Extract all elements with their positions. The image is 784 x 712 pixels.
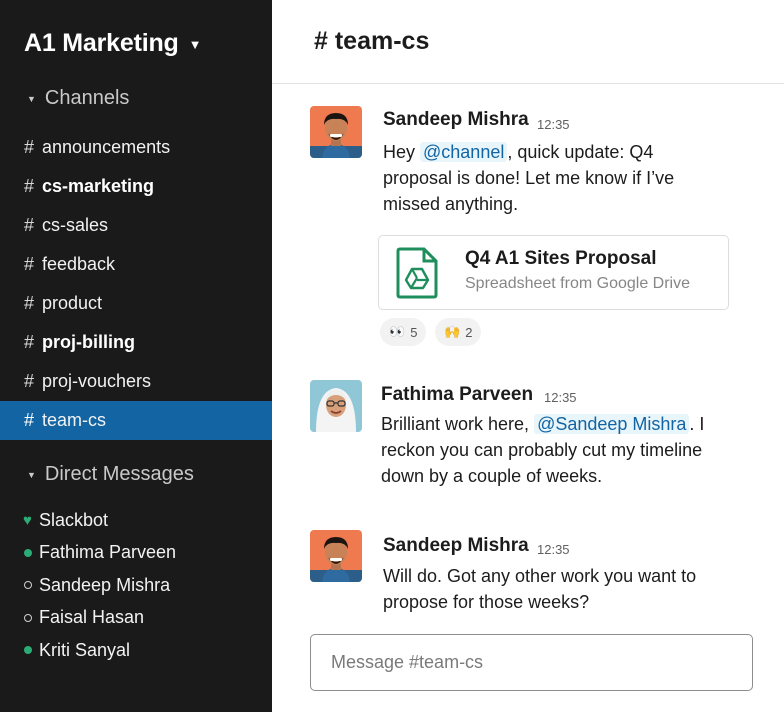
dm-label: Kriti Sanyal xyxy=(39,639,131,660)
workspace-name: A1 Marketing xyxy=(24,28,179,57)
sidebar-item-product[interactable]: # product xyxy=(0,284,272,323)
channel-label: product xyxy=(42,293,103,313)
page-title[interactable]: # team-cs xyxy=(314,27,429,56)
message-text: Brilliant work here, @Sandeep Mishra. I … xyxy=(381,411,741,489)
heart-icon: ♥ xyxy=(23,511,32,529)
presence-away-icon xyxy=(24,613,39,622)
channel-mention[interactable]: @channel xyxy=(420,142,508,162)
channel-label: team-cs xyxy=(42,410,107,430)
caret-down-icon: ▼ xyxy=(27,93,36,104)
dm-item-slackbot[interactable]: ♥ Slackbot xyxy=(0,504,272,537)
channel-label: cs-sales xyxy=(42,215,109,235)
dm-label: Sandeep Mishra xyxy=(39,574,171,595)
sidebar-item-feedback[interactable]: # feedback xyxy=(0,245,272,284)
avatar[interactable] xyxy=(310,380,362,432)
message-author[interactable]: Sandeep Mishra xyxy=(383,535,529,557)
direct-messages-section-toggle[interactable]: ▼ Direct Messages xyxy=(27,463,194,486)
channel-label: proj-billing xyxy=(42,332,135,352)
avatar[interactable] xyxy=(310,106,362,158)
hash-icon: # xyxy=(314,27,328,55)
hash-icon: # xyxy=(24,371,35,391)
dm-item-kriti-sanyal[interactable]: Kriti Sanyal xyxy=(0,634,272,667)
channels-section-toggle[interactable]: ▼ Channels xyxy=(27,87,129,110)
presence-online-icon xyxy=(24,548,39,557)
sidebar: A1 Marketing ▼ ▼ Channels # announcement… xyxy=(0,0,272,712)
hash-icon: # xyxy=(24,137,35,157)
dm-label: Slackbot xyxy=(39,509,109,530)
reaction-eyes[interactable]: 👀 5 xyxy=(380,318,427,346)
presence-away-icon xyxy=(24,581,39,590)
message-composer xyxy=(310,634,753,691)
reaction-count: 5 xyxy=(410,324,418,340)
hash-icon: # xyxy=(24,410,35,430)
message-input[interactable] xyxy=(331,635,731,690)
hash-icon: # xyxy=(24,176,35,196)
dm-item-faisal-hasan[interactable]: Faisal Hasan xyxy=(0,602,272,635)
eyes-emoji-icon: 👀 xyxy=(389,324,406,339)
dm-item-sandeep-mishra[interactable]: Sandeep Mishra xyxy=(0,569,272,602)
sidebar-item-team-cs[interactable]: # team-cs xyxy=(0,401,272,440)
channel-header: # team-cs xyxy=(272,0,784,84)
message-author[interactable]: Fathima Parveen xyxy=(381,384,533,406)
message-timestamp[interactable]: 12:35 xyxy=(544,390,577,405)
dm-label: Faisal Hasan xyxy=(39,607,145,628)
message-text-before: Brilliant work here, xyxy=(381,414,535,434)
channels-heading: Channels xyxy=(44,87,130,109)
message-pane: # team-cs Sandeep Mishra 12:35 Hey @chan… xyxy=(272,0,784,712)
file-title[interactable]: Q4 A1 Sites Proposal xyxy=(465,248,656,270)
dm-label: Fathima Parveen xyxy=(39,542,177,563)
file-attachment-card[interactable]: Q4 A1 Sites Proposal Spreadsheet from Go… xyxy=(378,235,729,310)
channel-label: feedback xyxy=(42,254,116,274)
presence-online-icon xyxy=(24,646,39,655)
hash-icon: # xyxy=(24,332,35,352)
sidebar-item-announcements[interactable]: # announcements xyxy=(0,128,272,167)
message-timestamp[interactable]: 12:35 xyxy=(537,542,570,557)
sidebar-item-cs-marketing[interactable]: # cs-marketing xyxy=(0,167,272,206)
hash-icon: # xyxy=(24,215,35,235)
message-author[interactable]: Sandeep Mishra xyxy=(383,109,529,131)
message-text-before: Hey xyxy=(383,142,421,162)
user-mention[interactable]: @Sandeep Mishra xyxy=(534,414,690,434)
hash-icon: # xyxy=(24,254,35,274)
channel-label: proj-vouchers xyxy=(42,371,152,391)
message-text: Will do. Got any other work you want to … xyxy=(383,566,697,612)
workspace-switcher[interactable]: A1 Marketing ▼ xyxy=(24,26,201,60)
message-text: Hey @channel, quick update: Q4 proposal … xyxy=(383,139,723,217)
direct-messages-heading: Direct Messages xyxy=(44,463,194,485)
file-subtitle: Spreadsheet from Google Drive xyxy=(465,275,690,292)
google-drive-icon xyxy=(396,247,438,299)
reaction-count: 2 xyxy=(465,324,473,340)
hash-icon: # xyxy=(24,293,35,313)
dm-list: ♥ Slackbot Fathima Parveen Sandeep Mishr… xyxy=(0,504,272,667)
dm-item-fathima-parveen[interactable]: Fathima Parveen xyxy=(0,537,272,570)
chevron-down-icon: ▼ xyxy=(188,36,202,52)
channel-label: cs-marketing xyxy=(42,176,155,196)
channel-list: # announcements # cs-marketing # cs-sale… xyxy=(0,128,272,440)
avatar[interactable] xyxy=(310,530,362,582)
caret-down-icon: ▼ xyxy=(27,469,36,480)
channel-title-label: team-cs xyxy=(334,27,430,55)
sidebar-item-cs-sales[interactable]: # cs-sales xyxy=(0,206,272,245)
channel-label: announcements xyxy=(42,137,171,157)
sidebar-item-proj-vouchers[interactable]: # proj-vouchers xyxy=(0,362,272,401)
sidebar-item-proj-billing[interactable]: # proj-billing xyxy=(0,323,272,362)
message-timestamp[interactable]: 12:35 xyxy=(537,117,570,132)
raised-hands-emoji-icon: 🙌 xyxy=(444,324,461,339)
reaction-raised-hands[interactable]: 🙌 2 xyxy=(435,318,482,346)
